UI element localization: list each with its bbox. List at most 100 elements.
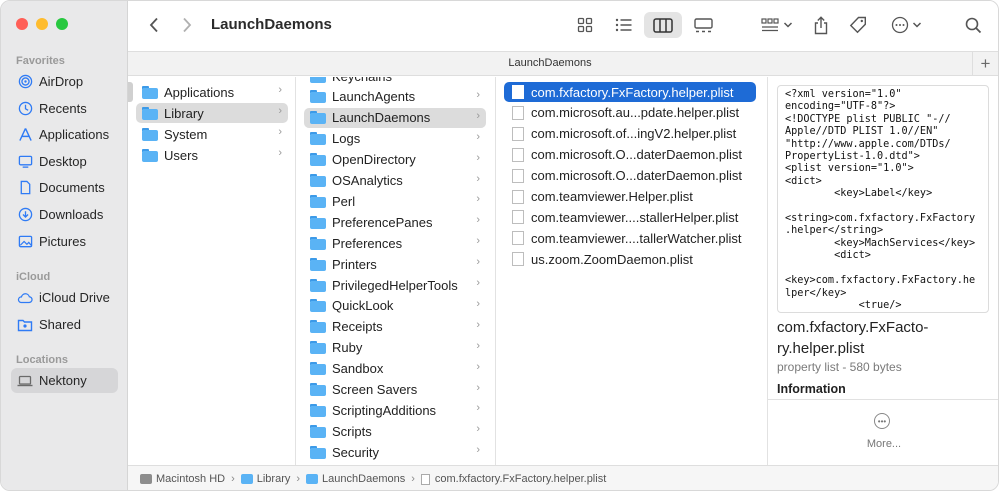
icon-view-button[interactable] bbox=[571, 12, 599, 38]
sidebar-item-desktop[interactable]: Desktop bbox=[11, 149, 118, 174]
folder-row[interactable]: OSAnalytics › bbox=[304, 171, 486, 191]
folder-row[interactable]: OpenDirectory › bbox=[304, 150, 486, 170]
folder-row[interactable]: Screen Savers › bbox=[304, 380, 486, 400]
cloud-icon bbox=[17, 290, 33, 306]
back-button[interactable] bbox=[143, 13, 165, 37]
file-row[interactable]: com.microsoft.au...pdate.helper.plist bbox=[504, 103, 756, 123]
preview-pane: <?xml version="1.0" encoding="UTF-8"?> <… bbox=[768, 77, 998, 465]
path-segment-disk[interactable]: Macintosh HD bbox=[140, 473, 225, 485]
sidebar-item-documents[interactable]: Documents bbox=[11, 175, 118, 200]
zoom-button[interactable] bbox=[56, 18, 68, 30]
sidebar-item-downloads[interactable]: Downloads bbox=[11, 202, 118, 227]
folder-name: Preferences bbox=[332, 235, 403, 251]
folder-name: Screen Savers bbox=[332, 382, 418, 397]
folder-row[interactable]: System › bbox=[136, 124, 288, 144]
chevron-right-icon: › bbox=[476, 256, 480, 269]
list-view-button[interactable] bbox=[609, 12, 637, 38]
sidebar-item-shared[interactable]: Shared bbox=[11, 312, 118, 337]
folder-row[interactable]: LaunchDaemons › bbox=[304, 107, 486, 128]
document-icon bbox=[512, 105, 524, 120]
folder-row[interactable]: Receipts › bbox=[304, 317, 486, 337]
folder-row[interactable]: Logs › bbox=[304, 129, 486, 149]
list-icon bbox=[615, 18, 631, 32]
tags-button[interactable] bbox=[846, 12, 870, 38]
folder-row[interactable]: PrivilegedHelperTools › bbox=[304, 275, 486, 295]
action-menu-button[interactable] bbox=[888, 12, 924, 38]
chevron-right-icon: › bbox=[278, 147, 282, 159]
folder-row[interactable]: Scripts › bbox=[304, 421, 486, 441]
columns-icon bbox=[653, 17, 673, 33]
share-button[interactable] bbox=[810, 12, 832, 38]
folder-name: Ruby bbox=[332, 340, 363, 356]
folder-name: Receipts bbox=[332, 319, 383, 335]
sidebar-item-nektony[interactable]: Nektony bbox=[11, 368, 118, 393]
group-by-button[interactable] bbox=[757, 12, 797, 38]
sidebar-item-label: iCloud Drive bbox=[39, 290, 110, 305]
document-icon bbox=[512, 147, 524, 162]
sidebar-item-airdrop[interactable]: AirDrop bbox=[11, 69, 118, 94]
file-row[interactable]: com.microsoft.O...daterDaemon.plist bbox=[504, 166, 756, 186]
laptop-icon bbox=[17, 373, 33, 389]
folder-row[interactable]: PreferencePanes › bbox=[304, 212, 486, 232]
plus-icon: + bbox=[980, 54, 991, 73]
folder-name: QuickLook bbox=[332, 298, 394, 314]
search-icon bbox=[965, 17, 981, 33]
close-button[interactable] bbox=[16, 18, 28, 30]
sidebar: Favorites AirDrop Recents Applications D… bbox=[1, 1, 128, 490]
more-button[interactable]: More... bbox=[768, 438, 998, 450]
plist-preview: <?xml version="1.0" encoding="UTF-8"?> <… bbox=[777, 85, 989, 313]
folder-row[interactable]: LaunchAgents › bbox=[304, 87, 486, 107]
path-segment-launchdaemons[interactable]: LaunchDaemons bbox=[306, 473, 405, 485]
file-row[interactable]: com.teamviewer....stallerHelper.plist bbox=[504, 207, 756, 227]
folder-row[interactable]: Perl › bbox=[304, 191, 486, 211]
file-name: com.teamviewer....tallerWatcher.plist bbox=[531, 230, 742, 246]
folder-row[interactable]: Library › bbox=[136, 103, 288, 123]
search-button[interactable] bbox=[962, 12, 984, 38]
new-tab-button[interactable]: + bbox=[972, 52, 998, 76]
tab-launchdaemons[interactable]: LaunchDaemons bbox=[128, 57, 972, 69]
folder-icon bbox=[310, 77, 326, 83]
clock-icon bbox=[17, 101, 33, 117]
preview-file-name-line2: ry.helper.plist bbox=[777, 340, 865, 357]
folder-row[interactable]: Keychains › bbox=[304, 77, 486, 86]
file-row[interactable]: com.teamviewer....tallerWatcher.plist bbox=[504, 228, 756, 248]
folder-row[interactable]: Applications › bbox=[136, 82, 288, 102]
folder-row[interactable]: Security › bbox=[304, 442, 486, 462]
preview-divider bbox=[768, 399, 998, 400]
path-separator-icon: › bbox=[411, 473, 415, 485]
path-segment-library[interactable]: Library bbox=[240, 473, 290, 485]
folder-row[interactable]: Ruby › bbox=[304, 338, 486, 358]
sidebar-item-recents[interactable]: Recents bbox=[11, 96, 118, 121]
folder-icon bbox=[310, 90, 326, 104]
forward-button[interactable] bbox=[176, 13, 198, 37]
folder-row[interactable]: Users › bbox=[136, 145, 288, 165]
file-row[interactable]: com.teamviewer.Helper.plist bbox=[504, 187, 756, 207]
file-name: com.microsoft.of...ingV2.helper.plist bbox=[531, 126, 737, 142]
document-icon bbox=[512, 189, 524, 204]
folder-row[interactable]: Printers › bbox=[304, 254, 486, 274]
folder-row[interactable]: ScriptingAdditions › bbox=[304, 400, 486, 420]
sidebar-item-icloud-drive[interactable]: iCloud Drive bbox=[11, 285, 118, 310]
group-icon bbox=[761, 18, 779, 32]
folder-row[interactable]: Sandbox › bbox=[304, 359, 486, 379]
gallery-view-button[interactable] bbox=[688, 12, 718, 38]
file-row[interactable]: us.zoom.ZoomDaemon.plist bbox=[504, 249, 756, 269]
ellipsis-circle-icon[interactable]: ••• bbox=[874, 413, 890, 429]
file-row[interactable]: com.fxfactory.FxFactory.helper.plist bbox=[504, 82, 756, 102]
sidebar-section-icloud: iCloud bbox=[16, 271, 51, 283]
folder-row[interactable]: Preferences › bbox=[304, 233, 486, 253]
sidebar-item-pictures[interactable]: Pictures bbox=[11, 229, 118, 254]
path-segment-file[interactable]: com.fxfactory.FxFactory.helper.plist bbox=[420, 473, 606, 485]
chevron-right-icon: › bbox=[476, 172, 480, 185]
minimize-button[interactable] bbox=[36, 18, 48, 30]
file-row[interactable]: com.microsoft.of...ingV2.helper.plist bbox=[504, 124, 756, 144]
folder-icon bbox=[310, 236, 326, 250]
folder-icon bbox=[310, 383, 326, 396]
document-icon bbox=[17, 180, 33, 196]
sidebar-item-applications[interactable]: Applications bbox=[11, 122, 118, 147]
folder-icon bbox=[310, 132, 326, 146]
column-view-button[interactable] bbox=[644, 12, 682, 38]
chevron-right-icon: › bbox=[476, 423, 480, 436]
folder-row[interactable]: QuickLook › bbox=[304, 296, 486, 316]
file-row[interactable]: com.microsoft.O...daterDaemon.plist bbox=[504, 145, 756, 165]
